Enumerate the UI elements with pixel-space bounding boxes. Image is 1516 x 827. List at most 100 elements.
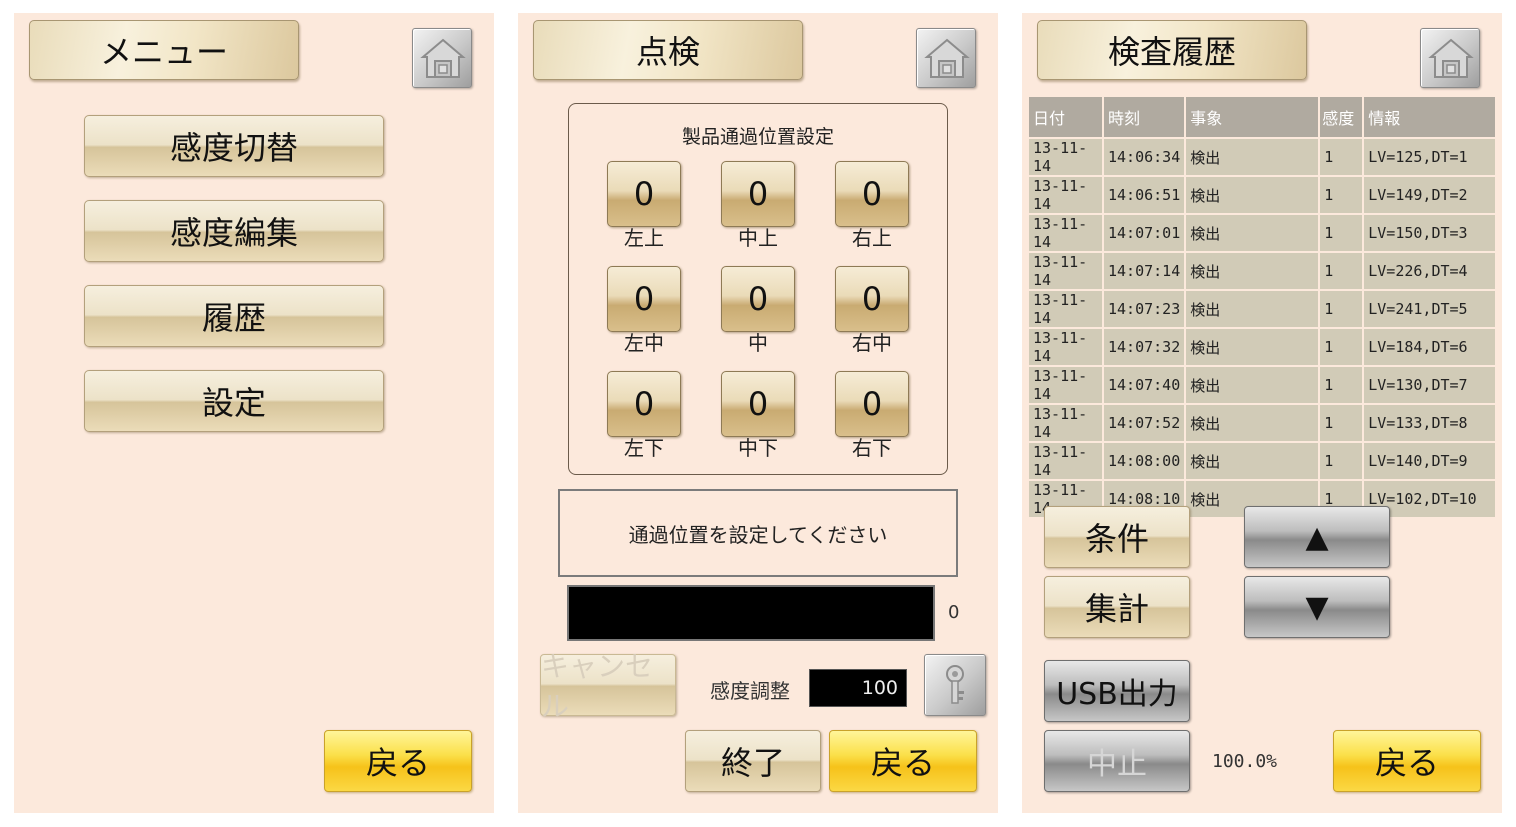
history-table: 日付 時刻 事象 感度 情報 13-11-14 14:06:34 検出 1 LV=125…	[1027, 95, 1497, 519]
cell-info: LV=130,DT=7	[1362, 365, 1497, 405]
back-button[interactable]: 戻る	[1333, 730, 1481, 792]
cell-event: 検出	[1184, 213, 1321, 253]
scroll-down-button[interactable]: ▼	[1244, 576, 1390, 638]
position-middle-center[interactable]: 0 中	[721, 266, 795, 354]
menu-item-settings[interactable]: 設定	[84, 370, 384, 432]
cell-time: 14:06:34	[1101, 137, 1187, 177]
cell-info: LV=133,DT=8	[1362, 403, 1497, 443]
position-label: 左上	[624, 226, 664, 250]
menu-item-sensitivity-switch[interactable]: 感度切替	[84, 115, 384, 177]
menu-title: メニュー	[29, 20, 299, 80]
table-row[interactable]: 13-11-14 14:07:14 検出 1 LV=226,DT=4	[1027, 251, 1497, 291]
cell-info: LV=184,DT=6	[1362, 327, 1497, 367]
cell-time: 14:08:00	[1101, 441, 1187, 481]
menu-item-history[interactable]: 履歴	[84, 285, 384, 347]
cell-event: 検出	[1184, 137, 1321, 177]
cell-sensitivity: 1	[1318, 175, 1365, 215]
end-button[interactable]: 終了	[685, 730, 821, 792]
cell-event: 検出	[1184, 175, 1321, 215]
menu-item-sensitivity-edit[interactable]: 感度編集	[84, 200, 384, 262]
position-value[interactable]: 0	[607, 161, 681, 227]
back-button[interactable]: 戻る	[829, 730, 977, 792]
table-header-row: 日付 時刻 事象 感度 情報	[1027, 95, 1497, 139]
position-value[interactable]: 0	[721, 266, 795, 332]
position-top-right[interactable]: 0 右上	[835, 161, 909, 249]
cell-info: LV=241,DT=5	[1362, 289, 1497, 329]
back-button[interactable]: 戻る	[324, 730, 472, 792]
cell-time: 14:07:14	[1101, 251, 1187, 291]
position-bottom-left[interactable]: 0 左下	[607, 371, 681, 459]
down-arrow-icon: ▼	[1305, 589, 1329, 625]
sensitivity-label: 感度調整	[710, 679, 790, 703]
inspection-panel: 点検 製品通過位置設定 0 左上 0 中上 0 右上 0 左中 0 中 0 右中…	[518, 13, 998, 813]
up-arrow-icon: ▲	[1305, 519, 1329, 555]
cell-time: 14:07:01	[1101, 213, 1187, 253]
position-label: 中	[748, 331, 768, 355]
position-middle-left[interactable]: 0 左中	[607, 266, 681, 354]
position-bottom-center[interactable]: 0 中下	[721, 371, 795, 459]
level-value: 0	[948, 602, 960, 623]
column-header-date: 日付	[1027, 95, 1104, 139]
cell-date: 13-11-14	[1027, 441, 1104, 481]
cell-sensitivity: 1	[1318, 365, 1365, 405]
table-row[interactable]: 13-11-14 14:07:01 検出 1 LV=150,DT=3	[1027, 213, 1497, 253]
position-middle-right[interactable]: 0 右中	[835, 266, 909, 354]
cell-info: LV=125,DT=1	[1362, 137, 1497, 177]
home-button[interactable]	[916, 28, 976, 88]
cell-info: LV=150,DT=3	[1362, 213, 1497, 253]
position-top-center[interactable]: 0 中上	[721, 161, 795, 249]
cell-info: LV=140,DT=9	[1362, 441, 1497, 481]
position-bottom-right[interactable]: 0 右下	[835, 371, 909, 459]
table-row[interactable]: 13-11-14 14:06:51 検出 1 LV=149,DT=2	[1027, 175, 1497, 215]
position-value[interactable]: 0	[607, 266, 681, 332]
position-value[interactable]: 0	[835, 266, 909, 332]
position-value[interactable]: 0	[835, 371, 909, 437]
position-label: 左中	[624, 331, 664, 355]
key-icon	[946, 665, 964, 704]
sensitivity-value[interactable]: 100	[809, 669, 907, 707]
cell-sensitivity: 1	[1318, 403, 1365, 443]
position-value[interactable]: 0	[607, 371, 681, 437]
cell-event: 検出	[1184, 289, 1321, 329]
position-label: 右中	[852, 331, 892, 355]
cell-sensitivity: 1	[1318, 441, 1365, 481]
table-row[interactable]: 13-11-14 14:06:34 検出 1 LV=125,DT=1	[1027, 137, 1497, 177]
cell-event: 検出	[1184, 365, 1321, 405]
scroll-up-button[interactable]: ▲	[1244, 506, 1390, 568]
condition-button[interactable]: 条件	[1044, 506, 1190, 568]
level-bar	[567, 585, 935, 641]
cell-time: 14:07:32	[1101, 327, 1187, 367]
position-top-left[interactable]: 0 左上	[607, 161, 681, 249]
position-label: 中下	[738, 436, 778, 460]
position-value[interactable]: 0	[835, 161, 909, 227]
cell-event: 検出	[1184, 327, 1321, 367]
cell-date: 13-11-14	[1027, 289, 1104, 329]
table-row[interactable]: 13-11-14 14:08:00 検出 1 LV=140,DT=9	[1027, 441, 1497, 481]
cancel-button[interactable]: キャンセル	[540, 650, 676, 723]
cell-time: 14:06:51	[1101, 175, 1187, 215]
cell-sensitivity: 1	[1318, 213, 1365, 253]
table-row[interactable]: 13-11-14 14:07:32 検出 1 LV=184,DT=6	[1027, 327, 1497, 367]
cell-sensitivity: 1	[1318, 137, 1365, 177]
home-button[interactable]	[1420, 28, 1480, 88]
cell-time: 14:07:23	[1101, 289, 1187, 329]
position-label: 右下	[852, 436, 892, 460]
table-row[interactable]: 13-11-14 14:07:52 検出 1 LV=133,DT=8	[1027, 403, 1497, 443]
stop-button[interactable]: 中止	[1044, 730, 1190, 792]
position-value[interactable]: 0	[721, 371, 795, 437]
table-row[interactable]: 13-11-14 14:07:23 検出 1 LV=241,DT=5	[1027, 289, 1497, 329]
position-label: 右上	[852, 226, 892, 250]
table-row[interactable]: 13-11-14 14:07:40 検出 1 LV=130,DT=7	[1027, 365, 1497, 405]
key-button[interactable]	[924, 654, 986, 716]
cell-event: 検出	[1184, 441, 1321, 481]
position-value[interactable]: 0	[721, 161, 795, 227]
position-setting-group: 製品通過位置設定 0 左上 0 中上 0 右上 0 左中 0 中 0 右中 0 …	[568, 103, 948, 475]
cell-info: LV=226,DT=4	[1362, 251, 1497, 291]
cell-event: 検出	[1184, 403, 1321, 443]
usb-output-button[interactable]: USB出力	[1044, 660, 1190, 722]
aggregate-button[interactable]: 集計	[1044, 576, 1190, 638]
home-button[interactable]	[412, 28, 472, 88]
home-icon	[1428, 38, 1474, 78]
cell-date: 13-11-14	[1027, 213, 1104, 253]
cell-info: LV=149,DT=2	[1362, 175, 1497, 215]
